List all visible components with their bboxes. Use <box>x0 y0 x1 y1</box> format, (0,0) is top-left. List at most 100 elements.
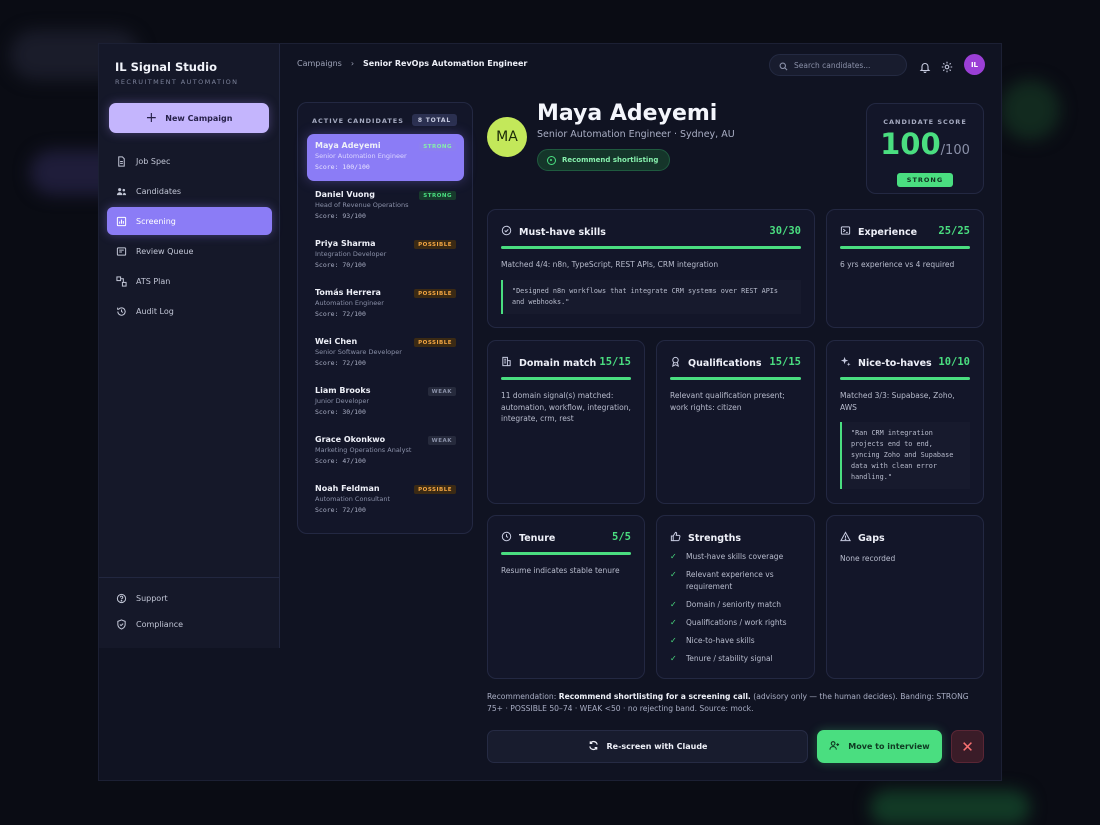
background-blur <box>870 790 1030 825</box>
score-progress-bar <box>501 552 631 555</box>
sidebar-item-audit-log[interactable]: Audit Log <box>107 297 272 325</box>
recommendation-chip-label: Recommend shortlisting <box>562 156 659 164</box>
candidate-score: Score: 72/100 <box>315 506 366 514</box>
user-avatar[interactable]: IL <box>964 54 985 75</box>
card-title-label: Qualifications <box>688 357 762 369</box>
rescreen-button[interactable]: Re-screen with Claude <box>487 730 808 763</box>
card-score: 15/15 <box>769 356 801 368</box>
sidebar-item-screening[interactable]: Screening <box>107 207 272 235</box>
briefcase-icon <box>840 225 851 239</box>
strength-text: Tenure / stability signal <box>686 653 773 663</box>
candidate-score: Score: 72/100 <box>315 310 366 318</box>
strength-text: Domain / seniority match <box>686 599 781 609</box>
check-icon: ✓ <box>670 635 677 645</box>
candidate-role: Junior Developer <box>315 397 370 405</box>
candidate-item[interactable]: Daniel Vuong Head of Revenue Operations … <box>307 183 464 230</box>
candidate-role: Marketing Operations Analyst <box>315 446 412 454</box>
candidate-score: Score: 47/100 <box>315 457 366 465</box>
sidebar-item-compliance[interactable]: Compliance <box>107 612 272 636</box>
candidate-role: Head of Revenue Operations <box>315 201 409 209</box>
sidebar-item-review-queue[interactable]: Review Queue <box>107 237 272 265</box>
progress-fill <box>501 246 801 249</box>
history-icon <box>116 306 127 317</box>
new-campaign-button[interactable]: + New Campaign <box>109 103 269 133</box>
nice-to-haves-card: Nice-to-haves 10/10 Matched 3/3: Supabas… <box>826 340 984 504</box>
band-badge: WEAK <box>427 387 456 396</box>
sidebar-footer: Support Compliance <box>99 577 280 638</box>
status-dot-icon <box>547 155 556 165</box>
new-campaign-label: New Campaign <box>165 113 233 123</box>
candidate-item[interactable]: Wei Chen Senior Software Developer Score… <box>307 330 464 377</box>
evidence-quote: "Designed n8n workflows that integrate C… <box>501 280 801 314</box>
progress-fill <box>670 377 801 380</box>
search-input[interactable] <box>794 60 899 70</box>
candidate-list: Maya Adeyemi Senior Automation Engineer … <box>307 134 464 526</box>
recommendation-bold: Recommend shortlisting for a screening c… <box>558 692 751 701</box>
candidate-item[interactable]: Priya Sharma Integration Developer Score… <box>307 232 464 279</box>
sidebar-item-ats-plan[interactable]: ATS Plan <box>107 267 272 295</box>
tenure-card: Tenure 5/5 Resume indicates stable tenur… <box>487 515 645 679</box>
candidate-role: Automation Consultant <box>315 495 391 503</box>
queue-icon <box>116 246 127 257</box>
candidate-role: Integration Developer <box>315 250 387 258</box>
band-badge: WEAK <box>427 436 456 445</box>
band-badge: STRONG <box>419 142 456 151</box>
strengths-list: ✓ Must-have skills coverage ✓ Relevant exp… <box>670 551 806 671</box>
shield-icon <box>116 618 127 630</box>
sidebar-item-candidates[interactable]: Candidates <box>107 177 272 205</box>
progress-fill <box>840 246 970 249</box>
candidate-role: Senior Software Developer <box>315 348 402 356</box>
card-detail: Matched 3/3: Supabase, Zoho, AWS <box>840 391 955 412</box>
breadcrumb-current: Senior RevOps Automation Engineer <box>363 59 528 68</box>
top-bar: Campaigns › Senior RevOps Automation Eng… <box>280 44 1001 86</box>
card-title: Nice-to-haves <box>840 356 932 370</box>
score-progress-bar <box>840 246 970 249</box>
warning-icon <box>840 531 851 545</box>
sidebar-item-label: Job Spec <box>136 156 171 166</box>
plan-icon <box>116 275 127 287</box>
search-icon <box>779 56 788 75</box>
check-icon: ✓ <box>670 653 677 663</box>
score-band-badge: STRONG <box>896 173 954 187</box>
card-title-label: Tenure <box>519 532 556 544</box>
score-max: /100 <box>940 143 970 158</box>
bell-icon[interactable] <box>919 58 931 74</box>
domain-match-card: Domain match 15/15 11 domain signal(s) m… <box>487 340 645 504</box>
sidebar-item-job-spec[interactable]: Job Spec <box>107 147 272 175</box>
score-number: 100 <box>880 127 941 161</box>
strength-text: Must-have skills coverage <box>686 552 784 561</box>
candidate-item[interactable]: Noah Feldman Automation Consultant Score… <box>307 477 464 524</box>
candidate-item[interactable]: Maya Adeyemi Senior Automation Engineer … <box>307 134 464 181</box>
card-score: 10/10 <box>938 356 970 368</box>
building-icon <box>501 356 512 370</box>
score-value: 100/100 <box>867 128 983 167</box>
candidate-item[interactable]: Liam Brooks Junior Developer Score: 30/1… <box>307 379 464 426</box>
score-label: CANDIDATE SCORE <box>883 118 967 126</box>
candidate-item[interactable]: Tomás Herrera Automation Engineer Score:… <box>307 281 464 328</box>
sparkle-icon <box>840 356 851 370</box>
card-title-label: Strengths <box>688 532 742 544</box>
candidate-list-panel: ACTIVE CANDIDATES 8 TOTAL Maya Adeyemi S… <box>297 102 473 534</box>
sidebar-item-support[interactable]: Support <box>107 586 272 610</box>
list-item: ✓ Relevant experience vs requirement <box>670 569 806 592</box>
sidebar-item-label: Support <box>136 593 168 603</box>
list-item: ✓ Domain / seniority match <box>670 599 806 611</box>
must-have-skills-card: Must-have skills 30/30 Matched 4/4: n8n,… <box>487 209 815 328</box>
breadcrumb-campaigns[interactable]: Campaigns <box>297 59 342 68</box>
sidebar-item-label: Candidates <box>136 186 182 196</box>
score-progress-bar <box>670 377 801 380</box>
gear-icon[interactable] <box>941 58 953 73</box>
candidate-item[interactable]: Grace Okonkwo Marketing Operations Analy… <box>307 428 464 475</box>
recommendation-prefix: Recommendation: <box>487 692 557 701</box>
move-to-interview-button[interactable]: Move to interview <box>817 730 942 763</box>
strength-text: Nice-to-have skills <box>686 635 755 645</box>
card-title-label: Gaps <box>858 532 885 544</box>
close-icon: ✕ <box>961 737 974 756</box>
candidate-profile-role: Senior Automation Engineer · Sydney, AU <box>537 129 735 140</box>
sidebar-item-label: Audit Log <box>136 306 174 316</box>
card-title: Domain match <box>501 356 596 370</box>
refresh-icon <box>588 740 599 753</box>
chart-icon <box>116 216 127 227</box>
reject-button[interactable]: ✕ <box>951 730 984 763</box>
card-title: Tenure <box>501 531 555 545</box>
